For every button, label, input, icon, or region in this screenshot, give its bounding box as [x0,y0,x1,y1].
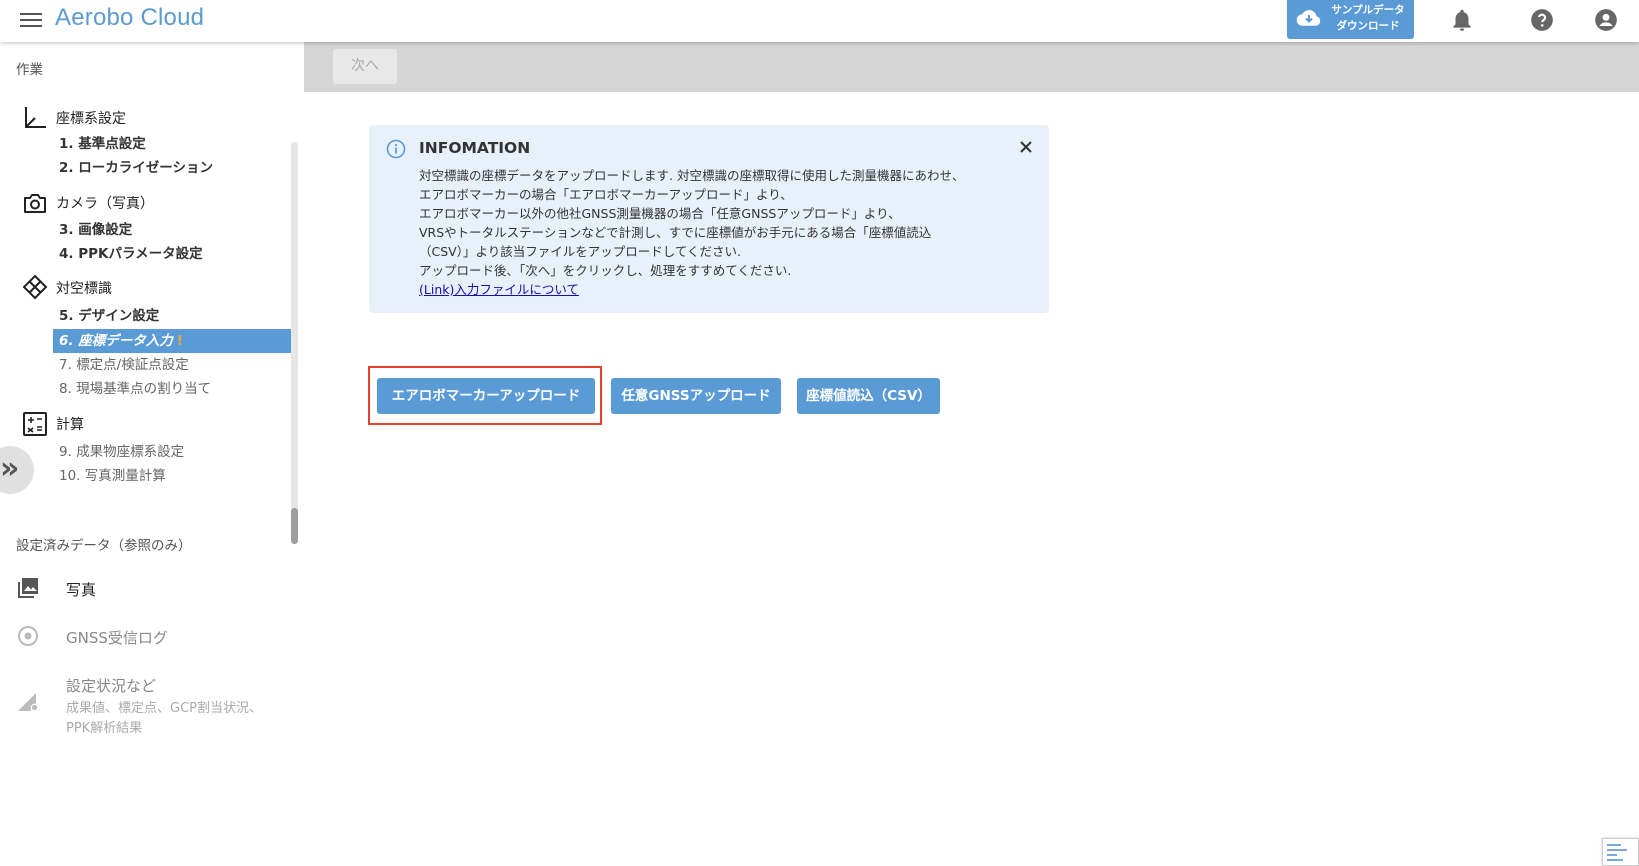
info-line: 対空標識の座標データをアップロードします. 対空標識の座標取得に使用した測量機器… [419,168,965,183]
reference-caption: 設定済みデータ（参照のみ） [16,538,192,554]
ref-item-label: GNSS受信ログ [66,629,168,647]
step-number: 6. [59,333,74,349]
step-number: 7. [59,357,72,373]
ref-item-settings-status[interactable]: 設定状況など 成果値、標定点、GCP割当状況、 PPK解析結果 [0,675,300,747]
csv-import-button[interactable]: 座標値読込（CSV） [797,378,940,414]
sample-data-download-button[interactable]: サンプルデータ ダウンロード [1287,0,1414,39]
step-number: 1. [59,136,74,152]
step-2[interactable]: 2. ローカライゼーション [53,156,291,180]
step-8[interactable]: 8. 現場基準点の割り当て [53,377,291,401]
group-camera[interactable]: カメラ（写真） [56,193,154,213]
step-toolbar: 次へ [304,42,1639,92]
step-label: PPKパラメータ設定 [78,246,203,262]
info-line: （CSV）」より該当ファイルをアップロードしてください. [419,244,741,259]
info-line: VRSやトータルステーションなどで計測し、すでに座標値がお手元にある場合「座標値… [419,225,932,240]
step-number: 8. [59,381,72,397]
step-10[interactable]: 10. 写真測量計算 [53,464,291,488]
bell-icon[interactable] [1449,7,1475,33]
sidebar: 作業 座標系設定 1. 基準点設定 2. ローカライゼーション カメラ（写真） … [0,42,304,866]
info-line: エアロボマーカー以外の他社GNSS測量機器の場合「任意GNSSアップロード」より… [419,206,901,221]
photo-library-icon [18,578,38,598]
thumbnail-preview[interactable] [1602,838,1639,866]
sample-data-download-label: サンプルデータ ダウンロード [1331,4,1405,32]
app-bar: Aerobo Cloud サンプルデータ ダウンロード [0,0,1639,42]
group-target-marker[interactable]: 対空標識 [56,278,112,298]
ref-item-label: 設定状況など [66,677,157,695]
input-file-help-link[interactable]: (Link)入力ファイルについて [419,279,579,298]
next-button[interactable]: 次へ [333,49,397,84]
step-7[interactable]: 7. 標定点/検証点設定 [53,353,291,377]
step-4[interactable]: 4. PPKパラメータ設定 [53,242,291,266]
step-3[interactable]: 3. 画像設定 [53,218,291,242]
info-line: エアロボマーカーの場合「エアロボマーカーアップロード」より、 [419,187,793,202]
step-number: 10. [59,468,81,484]
step-6[interactable]: 6. 座標データ入力! [53,329,291,353]
help-icon[interactable] [1529,7,1555,33]
step-label: 標定点/検証点設定 [76,357,189,373]
info-title: INFOMATION [419,139,531,157]
ref-item-photos[interactable]: 写真 [0,576,300,604]
step-label: 基準点設定 [78,136,146,152]
calculator-icon [23,412,47,436]
ref-item-gnss-log[interactable]: GNSS受信ログ [0,624,300,652]
account-icon[interactable] [1593,7,1619,33]
step-label: デザイン設定 [78,308,160,324]
double-chevron-icon: » [0,451,20,486]
gnss-log-icon [18,626,38,646]
app-title[interactable]: Aerobo Cloud [55,4,204,32]
step-label: 画像設定 [78,222,133,238]
info-icon [386,139,406,159]
tasks-caption: 作業 [16,62,43,78]
info-body: 対空標識の座標データをアップロードします. 対空標識の座標取得に使用した測量機器… [419,166,1019,280]
ref-item-label: 写真 [66,581,97,599]
aerobo-marker-upload-button[interactable]: エアロボマーカーアップロード [377,378,595,414]
step-9[interactable]: 9. 成果物座標系設定 [53,440,291,464]
step-number: 4. [59,246,74,262]
warning-icon: ! [176,333,183,349]
sidebar-scrollbar-track[interactable] [291,142,298,544]
ref-item-sub: 成果値、標定点、GCP割当状況、 PPK解析結果 [66,701,262,736]
camera-icon [24,194,46,213]
step-label: ローカライゼーション [78,160,213,176]
cloud-download-icon [1296,10,1321,26]
settings-status-icon [18,693,39,712]
info-alert: INFOMATION 対空標識の座標データをアップロードします. 対空標識の座標… [369,125,1049,313]
sidebar-collapse-handle[interactable]: » [0,446,34,494]
target-marker-icon [22,274,48,300]
step-label: 現場基準点の割り当て [76,381,212,397]
gnss-upload-button[interactable]: 任意GNSSアップロード [611,378,781,414]
axis-icon [25,107,46,128]
sidebar-scrollbar-thumb[interactable] [291,508,298,544]
step-number: 5. [59,308,74,324]
close-icon[interactable] [1017,138,1035,156]
step-label: 座標データ入力 [78,333,173,349]
step-1[interactable]: 1. 基準点設定 [53,132,291,156]
group-coordinate-system[interactable]: 座標系設定 [56,108,126,128]
menu-icon[interactable] [20,9,42,31]
group-calculation[interactable]: 計算 [56,414,84,434]
step-number: 3. [59,222,74,238]
step-5[interactable]: 5. デザイン設定 [53,304,291,328]
step-number: 2. [59,160,74,176]
step-number: 9. [59,444,72,460]
step-label: 写真測量計算 [84,468,166,484]
step-label: 成果物座標系設定 [76,444,185,460]
info-line: アップロード後、「次へ」をクリックし、処理をすすめてください. [419,263,792,278]
